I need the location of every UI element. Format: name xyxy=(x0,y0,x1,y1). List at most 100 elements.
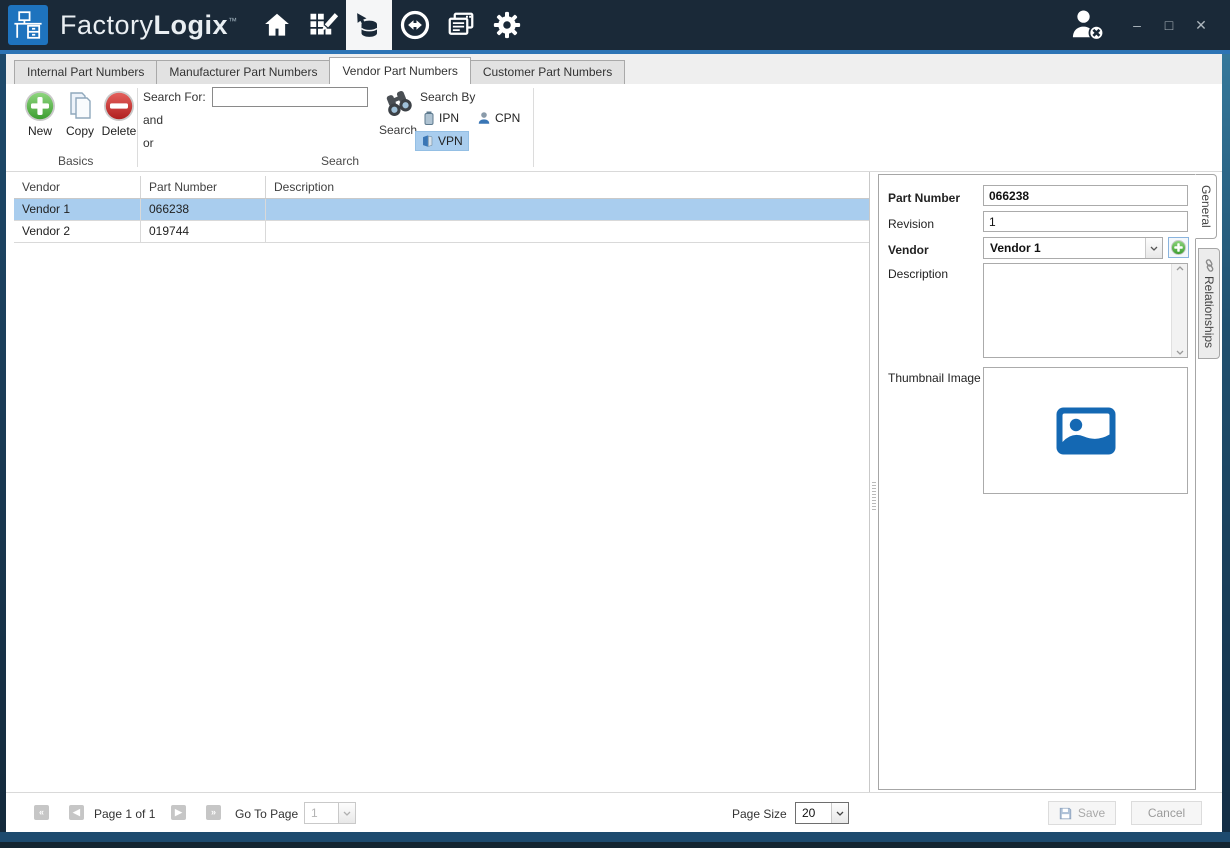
minimize-button[interactable]: – xyxy=(1130,18,1144,32)
chevron-down-icon xyxy=(831,803,848,823)
and-label: and xyxy=(143,113,163,127)
new-button[interactable]: New xyxy=(20,90,60,138)
app-title: FactoryLogix™ xyxy=(60,10,238,41)
window-frame-bottom xyxy=(0,832,1230,848)
description-field[interactable] xyxy=(983,263,1188,358)
add-vendor-button[interactable] xyxy=(1168,237,1189,258)
nav-home-button[interactable] xyxy=(254,0,300,50)
home-icon xyxy=(262,10,292,40)
nav-transfer-button[interactable] xyxy=(392,0,438,50)
column-header-vendor[interactable]: Vendor xyxy=(14,176,141,198)
page-size-label: Page Size xyxy=(732,807,787,821)
transfer-arrows-icon xyxy=(400,10,430,40)
go-to-page-label: Go To Page xyxy=(235,807,298,821)
copy-button[interactable]: Copy xyxy=(60,90,100,138)
column-header-part-number[interactable]: Part Number xyxy=(141,176,266,198)
chevron-down-icon xyxy=(1145,238,1162,258)
thumbnail-image-box[interactable] xyxy=(983,367,1188,494)
part-number-label: Part Number xyxy=(888,191,960,205)
tab-internal-part-numbers[interactable]: Internal Part Numbers xyxy=(14,60,157,84)
material-database-icon xyxy=(354,10,384,40)
page-size-dropdown[interactable]: 20 xyxy=(795,802,849,824)
maximize-button[interactable]: □ xyxy=(1162,18,1176,32)
panel-splitter[interactable] xyxy=(870,172,878,792)
binoculars-icon xyxy=(382,89,414,119)
vendor-parts-table: Vendor Part Number Description Vendor 1 … xyxy=(6,172,870,792)
window-controls: – □ ✕ xyxy=(1130,18,1208,32)
column-header-description[interactable]: Description xyxy=(266,176,869,198)
chevron-down-icon xyxy=(338,803,355,823)
toolbar-separator xyxy=(137,88,138,167)
nav-settings-button[interactable] xyxy=(484,0,530,50)
last-page-button[interactable]: » xyxy=(206,805,221,820)
bottom-bar: « ◀ Page 1 of 1 ▶ » Go To Page 1 Page Si… xyxy=(6,792,1222,832)
app-logo xyxy=(8,5,48,45)
vendor-dropdown[interactable]: Vendor 1 xyxy=(983,237,1163,259)
tab-vendor-part-numbers[interactable]: Vendor Part Numbers xyxy=(329,57,470,84)
table-header: Vendor Part Number Description xyxy=(14,176,869,199)
cancel-button[interactable]: Cancel xyxy=(1131,801,1202,825)
save-floppy-icon xyxy=(1059,807,1072,820)
user-logout-icon xyxy=(1069,8,1107,42)
previous-page-button[interactable]: ◀ xyxy=(69,805,84,820)
search-input[interactable] xyxy=(212,87,368,107)
save-button[interactable]: Save xyxy=(1048,801,1116,825)
search-button[interactable]: Search xyxy=(378,89,418,137)
toolbar-separator xyxy=(533,88,534,167)
main-area: Vendor Part Number Description Vendor 1 … xyxy=(6,172,1222,792)
new-plus-icon xyxy=(24,90,56,122)
tab-relationships[interactable]: Relationships xyxy=(1198,248,1220,359)
grid-pencil-icon xyxy=(308,10,338,40)
table-row[interactable]: Vendor 2 019744 xyxy=(14,221,869,243)
image-placeholder-icon xyxy=(1055,406,1117,456)
tab-strip: Internal Part Numbers Manufacturer Part … xyxy=(6,54,1222,84)
revision-field[interactable] xyxy=(983,211,1188,232)
search-by-label: Search By xyxy=(420,90,475,104)
description-label: Description xyxy=(888,267,948,281)
gear-icon xyxy=(492,10,522,40)
ribbon-toolbar: New Copy Delete Basics Search For: and o… xyxy=(6,84,1222,172)
search-by-cpn-option[interactable]: CPN xyxy=(472,109,525,127)
tab-manufacturer-part-numbers[interactable]: Manufacturer Part Numbers xyxy=(156,60,330,84)
copy-pages-icon xyxy=(64,90,96,122)
table-row[interactable]: Vendor 1 066238 xyxy=(14,199,869,221)
vpn-icon xyxy=(421,134,434,148)
splitter-grip-icon xyxy=(872,482,876,512)
logout-user-button[interactable] xyxy=(1068,5,1108,45)
search-by-vpn-option[interactable]: VPN xyxy=(415,131,469,151)
basics-group-label: Basics xyxy=(58,154,93,168)
delete-button[interactable]: Delete xyxy=(99,90,139,138)
report-windows-icon xyxy=(446,10,476,40)
tab-general[interactable]: General xyxy=(1195,174,1217,239)
trademark: ™ xyxy=(228,16,238,26)
scroll-down-icon xyxy=(1176,350,1184,355)
revision-label: Revision xyxy=(888,217,934,231)
titlebar-right: – □ ✕ xyxy=(1068,5,1230,45)
main-navigation xyxy=(254,0,530,50)
description-scrollbar[interactable] xyxy=(1171,264,1187,357)
part-number-field[interactable] xyxy=(983,185,1188,206)
page-indicator: Page 1 of 1 xyxy=(94,807,155,821)
titlebar: FactoryLogix™ xyxy=(0,0,1230,50)
cpn-icon xyxy=(477,111,491,125)
thumbnail-label: Thumbnail Image xyxy=(888,371,981,385)
search-for-label: Search For: xyxy=(143,90,206,104)
content-area: Internal Part Numbers Manufacturer Part … xyxy=(6,54,1222,832)
nav-reports-button[interactable] xyxy=(438,0,484,50)
part-detail-panel: Part Number Revision Vendor Vendor 1 Des… xyxy=(878,174,1196,790)
scroll-up-icon xyxy=(1176,266,1184,271)
add-plus-icon xyxy=(1171,240,1186,255)
nav-materials-button[interactable] xyxy=(346,0,392,50)
next-page-button[interactable]: ▶ xyxy=(171,805,186,820)
search-by-ipn-option[interactable]: IPN xyxy=(418,109,464,127)
go-to-page-dropdown[interactable]: 1 xyxy=(304,802,356,824)
desk-logo-icon xyxy=(12,9,44,41)
close-button[interactable]: ✕ xyxy=(1194,18,1208,32)
tab-customer-part-numbers[interactable]: Customer Part Numbers xyxy=(470,60,625,84)
chain-link-icon xyxy=(1203,259,1216,272)
ipn-icon xyxy=(423,111,435,125)
delete-minus-icon xyxy=(103,90,135,122)
first-page-button[interactable]: « xyxy=(34,805,49,820)
nav-production-button[interactable] xyxy=(300,0,346,50)
or-label: or xyxy=(143,136,154,150)
